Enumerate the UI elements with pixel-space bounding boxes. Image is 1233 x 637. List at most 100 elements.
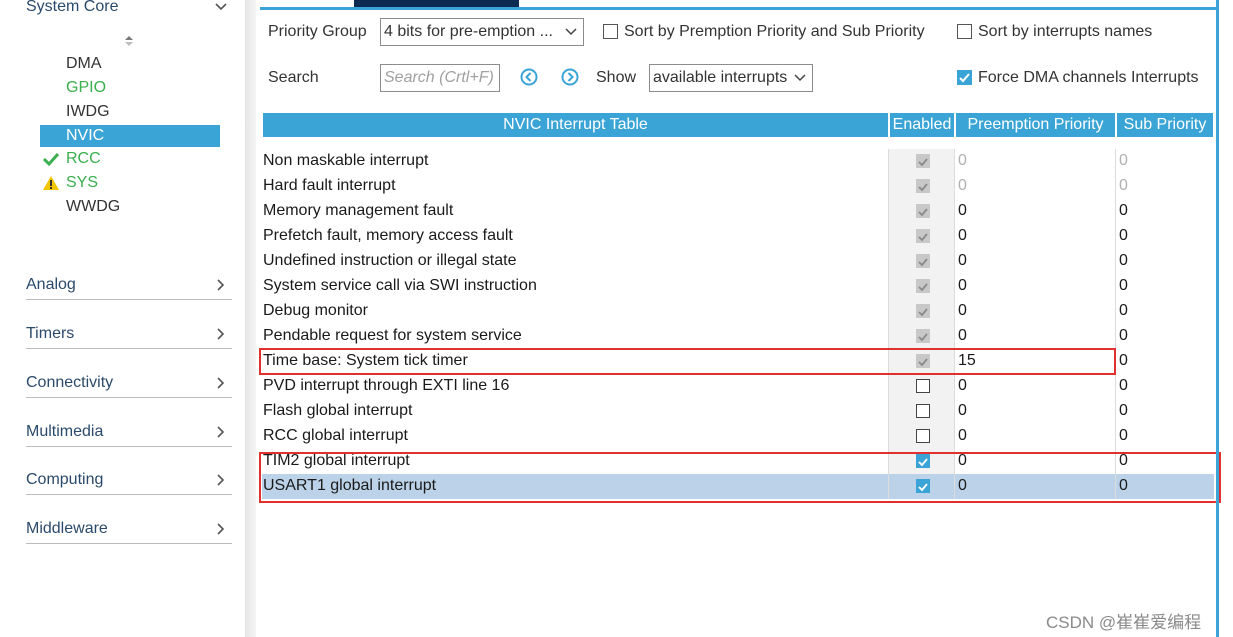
sub-priority-cell[interactable]: 0	[1115, 424, 1214, 449]
sort-arrows-icon[interactable]	[122, 34, 136, 48]
stm32cubemx-nvic-configuration: System Core DMA GPIO IWDG NVIC RCC SYS W…	[0, 0, 1233, 637]
sort-premption-checkbox[interactable]	[603, 24, 618, 39]
category-label: Timers	[26, 325, 75, 342]
column-header-sub[interactable]: Sub Priority	[1117, 113, 1213, 137]
show-value: available interrupts	[653, 69, 788, 86]
table-row[interactable]: PVD interrupt through EXTI line 16 0 0	[262, 374, 1214, 399]
sub-priority-value: 0	[1119, 327, 1128, 344]
category-system-core[interactable]: System Core	[26, 0, 232, 20]
preemption-priority-value: 0	[958, 252, 967, 269]
enabled-checkbox	[916, 229, 930, 243]
sub-priority-value: 0	[1119, 202, 1128, 219]
sub-priority-cell[interactable]: 0	[1115, 199, 1214, 224]
enabled-cell	[888, 199, 954, 224]
highlight-box-tim2-usart1	[259, 452, 1221, 503]
sidebar-item-label: SYS	[66, 174, 99, 191]
warning-icon	[43, 176, 59, 190]
priority-group-value: 4 bits for pre-emption ...	[384, 23, 553, 40]
category-computing[interactable]: Computing	[26, 467, 232, 493]
preemption-priority-cell[interactable]: 0	[954, 199, 1114, 224]
preemption-priority-cell[interactable]: 0	[954, 399, 1114, 424]
sidebar-item-sys[interactable]: SYS	[40, 172, 220, 194]
preemption-priority-cell[interactable]: 0	[954, 174, 1114, 199]
sub-priority-value: 0	[1119, 177, 1128, 194]
force-dma-checkbox[interactable]	[957, 70, 972, 85]
sub-priority-cell[interactable]: 0	[1115, 174, 1214, 199]
table-row[interactable]: Prefetch fault, memory access fault 0 0	[262, 224, 1214, 249]
watermark: CSDN @崔崔爱编程	[1046, 613, 1202, 632]
priority-group-label: Priority Group	[268, 23, 367, 40]
interrupt-name: System service call via SWI instruction	[263, 277, 537, 294]
category-label: Multimedia	[26, 423, 104, 440]
sub-priority-value: 0	[1119, 252, 1128, 269]
table-row[interactable]: Undefined instruction or illegal state 0 0	[262, 249, 1214, 274]
table-row[interactable]: Debug monitor 0 0	[262, 299, 1214, 324]
preemption-priority-cell[interactable]: 0	[954, 249, 1114, 274]
sub-priority-cell[interactable]: 0	[1115, 349, 1214, 374]
table-row[interactable]: Non maskable interrupt 0 0	[262, 149, 1214, 174]
tab-active[interactable]	[354, 0, 519, 7]
sort-names-checkbox[interactable]	[957, 24, 972, 39]
sub-priority-cell[interactable]: 0	[1115, 299, 1214, 324]
sidebar-item-rcc[interactable]: RCC	[40, 148, 220, 170]
priority-group-select[interactable]: 4 bits for pre-emption ...	[380, 18, 584, 46]
table-row[interactable]: Hard fault interrupt 0 0	[262, 174, 1214, 199]
preemption-priority-value: 0	[958, 227, 967, 244]
sub-priority-cell[interactable]: 0	[1115, 399, 1214, 424]
sidebar-item-label: WWDG	[66, 198, 121, 215]
table-row[interactable]: Pendable request for system service 0 0	[262, 324, 1214, 349]
panel-border	[1216, 0, 1219, 637]
enabled-checkbox	[916, 329, 930, 343]
divider	[26, 543, 232, 544]
sidebar-item-wwdg[interactable]: WWDG	[40, 196, 220, 218]
preemption-priority-value: 0	[958, 402, 967, 419]
show-select[interactable]: available interrupts	[649, 64, 813, 92]
search-previous-icon[interactable]	[519, 67, 539, 87]
sub-priority-value: 0	[1119, 277, 1128, 294]
category-label: Middleware	[26, 520, 108, 537]
column-header-name[interactable]: NVIC Interrupt Table	[263, 113, 888, 137]
table-row[interactable]: System service call via SWI instruction 0…	[262, 274, 1214, 299]
table-row[interactable]: RCC global interrupt 0 0	[262, 424, 1214, 449]
checkmark-icon	[918, 258, 928, 267]
sidebar-item-nvic[interactable]: NVIC	[40, 125, 220, 147]
sub-priority-cell[interactable]: 0	[1115, 149, 1214, 174]
enabled-checkbox[interactable]	[916, 379, 930, 393]
enabled-checkbox[interactable]	[916, 429, 930, 443]
preemption-priority-cell[interactable]: 0	[954, 149, 1114, 174]
category-analog[interactable]: Analog	[26, 272, 232, 298]
sub-priority-cell[interactable]: 0	[1115, 224, 1214, 249]
table-row[interactable]: Memory management fault 0 0	[262, 199, 1214, 224]
column-header-preemption[interactable]: Preemption Priority	[956, 113, 1115, 137]
enabled-cell	[888, 149, 954, 174]
sidebar-item-gpio[interactable]: GPIO	[40, 77, 220, 99]
sidebar-splitter[interactable]	[246, 0, 256, 637]
category-connectivity[interactable]: Connectivity	[26, 370, 232, 396]
preemption-priority-cell[interactable]: 0	[954, 374, 1114, 399]
preemption-priority-cell[interactable]: 0	[954, 224, 1114, 249]
search-next-icon[interactable]	[560, 67, 580, 87]
sidebar-item-label: DMA	[66, 55, 102, 72]
chevron-right-icon	[210, 372, 232, 394]
interrupt-name: PVD interrupt through EXTI line 16	[263, 377, 510, 394]
category-timers[interactable]: Timers	[26, 321, 232, 347]
preemption-priority-cell[interactable]: 0	[954, 299, 1114, 324]
preemption-priority-cell[interactable]: 0	[954, 324, 1114, 349]
sub-priority-cell[interactable]: 0	[1115, 324, 1214, 349]
category-multimedia[interactable]: Multimedia	[26, 419, 232, 445]
sidebar-item-dma[interactable]: DMA	[40, 53, 220, 75]
column-header-enabled[interactable]: Enabled	[890, 113, 954, 137]
preemption-priority-cell[interactable]: 0	[954, 274, 1114, 299]
preemption-priority-cell[interactable]: 0	[954, 424, 1114, 449]
sub-priority-cell[interactable]: 0	[1115, 374, 1214, 399]
enabled-checkbox[interactable]	[916, 404, 930, 418]
divider	[26, 397, 232, 398]
preemption-priority-value: 0	[958, 377, 967, 394]
sub-priority-value: 0	[1119, 402, 1128, 419]
table-row[interactable]: Flash global interrupt 0 0	[262, 399, 1214, 424]
sub-priority-cell[interactable]: 0	[1115, 249, 1214, 274]
search-input[interactable]: Search (Crtl+F)	[380, 64, 500, 92]
category-middleware[interactable]: Middleware	[26, 516, 232, 542]
sidebar-item-iwdg[interactable]: IWDG	[40, 101, 220, 123]
sub-priority-cell[interactable]: 0	[1115, 274, 1214, 299]
